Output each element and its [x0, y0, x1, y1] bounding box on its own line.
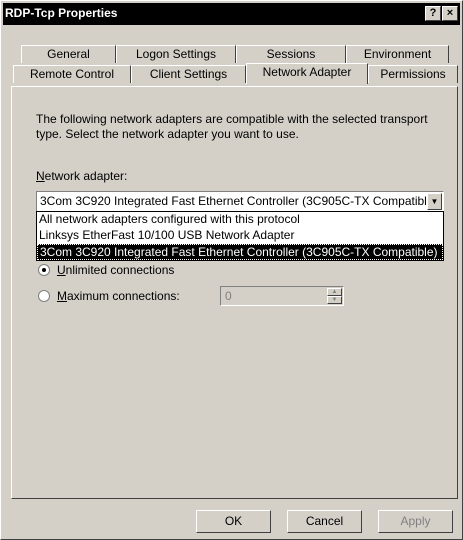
- tab-remote-control[interactable]: Remote Control: [13, 65, 131, 83]
- unlimited-label-accel: U: [57, 263, 66, 277]
- tab-network-adapter[interactable]: Network Adapter: [246, 63, 368, 84]
- maximum-connections-radio[interactable]: [38, 290, 50, 302]
- list-item[interactable]: All network adapters configured with thi…: [37, 212, 443, 228]
- ok-button[interactable]: OK: [196, 510, 271, 533]
- unlimited-connections-label[interactable]: Unlimited connections: [57, 263, 174, 277]
- tab-client-settings[interactable]: Client Settings: [131, 65, 246, 83]
- tab-sessions[interactable]: Sessions: [236, 45, 346, 63]
- help-button[interactable]: ?: [425, 6, 441, 21]
- maximum-connections-label[interactable]: Maximum connections:: [57, 289, 180, 303]
- list-item[interactable]: Linksys EtherFast 10/100 USB Network Ada…: [37, 228, 443, 244]
- chevron-down-icon[interactable]: ▼: [427, 193, 442, 210]
- network-adapter-label-accel: N: [36, 169, 45, 183]
- close-button[interactable]: ×: [442, 6, 458, 21]
- list-item-selected[interactable]: 3Com 3C920 Integrated Fast Ethernet Cont…: [37, 244, 443, 260]
- maximum-label-accel: M: [57, 289, 67, 303]
- combo-value: 3Com 3C920 Integrated Fast Ethernet Cont…: [40, 194, 438, 208]
- title-bar[interactable]: RDP-Tcp Properties ? ×: [3, 3, 460, 25]
- maximum-connections-stepper[interactable]: 0 ▲ ▼: [220, 286, 344, 306]
- tab-environment[interactable]: Environment: [346, 45, 449, 63]
- network-adapter-combo[interactable]: 3Com 3C920 Integrated Fast Ethernet Cont…: [36, 191, 444, 212]
- maximum-connections-value: 0: [225, 289, 232, 303]
- unlimited-label-text: nlimited connections: [65, 263, 175, 277]
- adapter-dropdown-list[interactable]: All network adapters configured with thi…: [36, 211, 444, 261]
- description-text: The following network adapters are compa…: [36, 112, 428, 141]
- maximum-label-text: aximum connections:: [67, 289, 180, 303]
- network-adapter-panel: The following network adapters are compa…: [11, 86, 458, 499]
- unlimited-connections-radio[interactable]: [38, 264, 50, 276]
- stepper-up-icon[interactable]: ▲: [327, 288, 342, 296]
- properties-dialog: RDP-Tcp Properties ? × General Logon Set…: [0, 0, 463, 540]
- network-adapter-label-text: etwork adapter:: [44, 169, 128, 183]
- window-title: RDP-Tcp Properties: [5, 6, 118, 20]
- stepper-buttons: ▲ ▼: [327, 288, 342, 304]
- stepper-down-icon[interactable]: ▼: [327, 296, 342, 304]
- tab-general[interactable]: General: [21, 45, 116, 63]
- cancel-button[interactable]: Cancel: [287, 510, 362, 533]
- network-adapter-label: Network adapter:: [36, 169, 127, 183]
- tab-permissions[interactable]: Permissions: [368, 65, 458, 83]
- apply-button[interactable]: Apply: [378, 510, 453, 533]
- tab-logon-settings[interactable]: Logon Settings: [116, 45, 236, 63]
